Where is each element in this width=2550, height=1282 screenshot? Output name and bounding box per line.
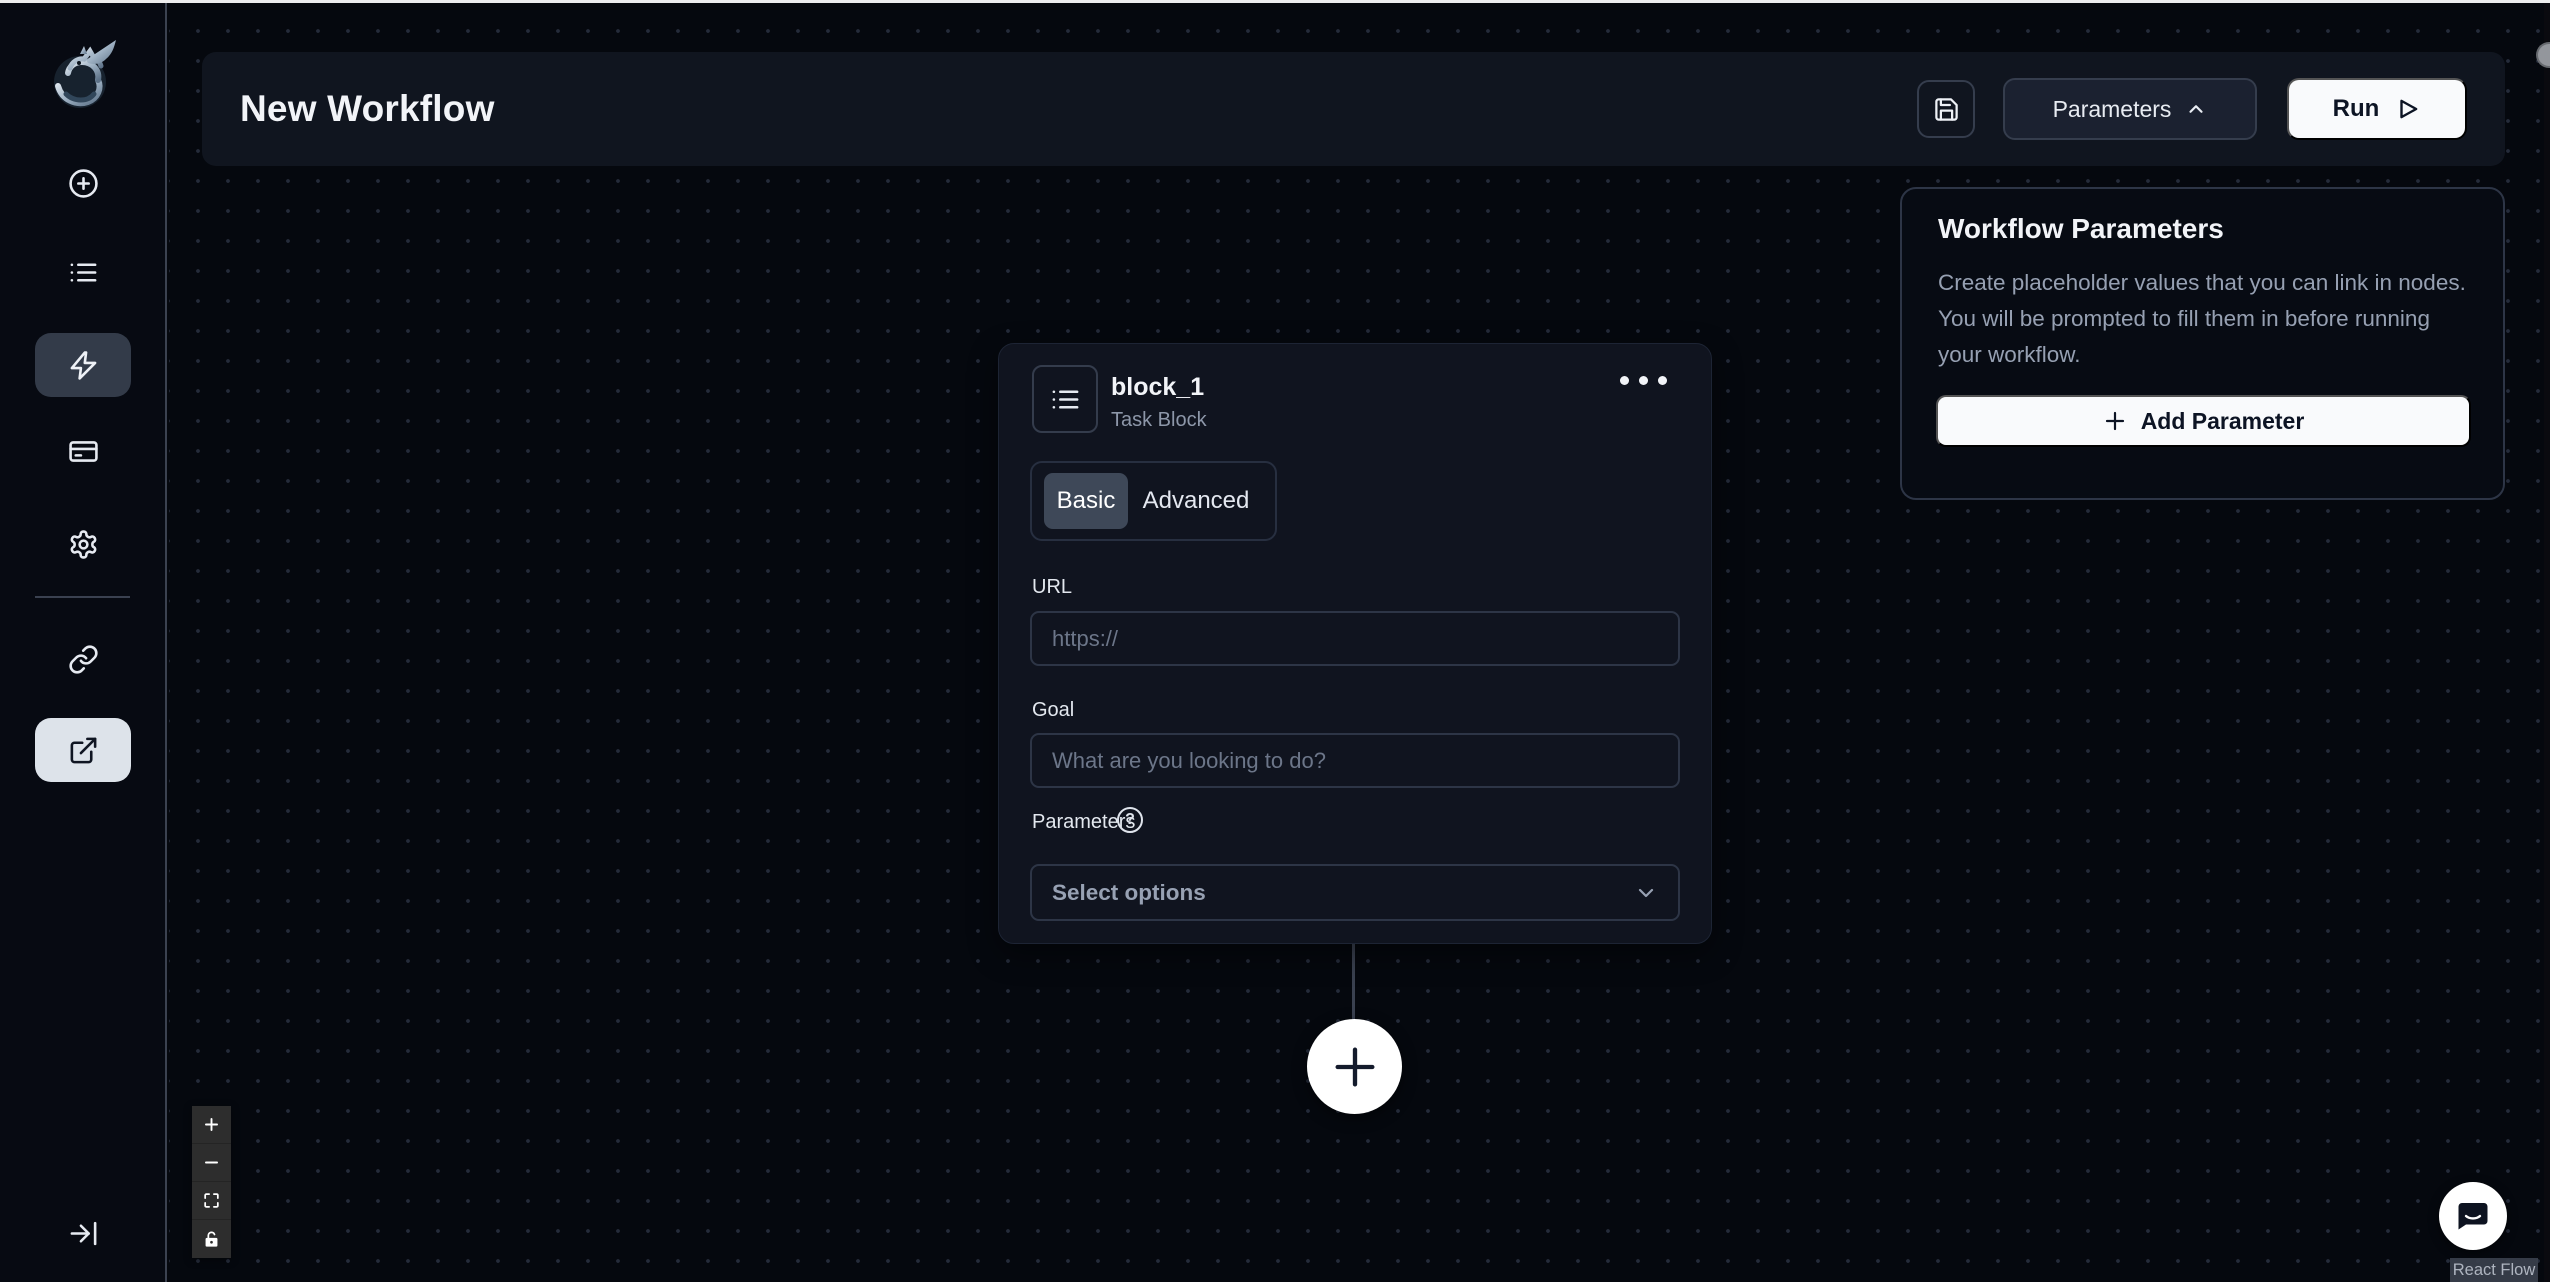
parameters-select[interactable]: Select options [1030, 864, 1680, 921]
plus-icon [205, 1118, 218, 1131]
sidebar-expand-button[interactable] [0, 1218, 167, 1249]
sidebar-item-integrations[interactable] [0, 644, 167, 675]
url-label: URL [1032, 576, 1073, 598]
workflow-parameters-panel: Workflow Parameters Create placeholder v… [1900, 187, 2505, 500]
zoom-out-button[interactable] [192, 1144, 231, 1182]
zoom-in-button[interactable] [192, 1106, 231, 1144]
floppy-disk-icon [1934, 97, 1958, 121]
credit-card-icon [69, 441, 98, 462]
plus-icon [1335, 1047, 1374, 1086]
goal-input[interactable] [1030, 733, 1680, 788]
tab-advanced[interactable]: Advanced [1132, 473, 1260, 529]
plus-icon [2105, 411, 2124, 431]
list-icon [70, 263, 97, 282]
add-parameter-label: Add Parameter [2140, 407, 2305, 434]
lock-button[interactable] [192, 1220, 231, 1258]
page-title: New Workflow [240, 88, 495, 129]
add-node-button[interactable] [1307, 1019, 1402, 1114]
fit-view-button[interactable] [192, 1182, 231, 1220]
lock-open-icon [205, 1230, 218, 1247]
parameters-button-label: Parameters [2052, 95, 2172, 122]
window-right-edge [2544, 0, 2550, 1282]
panel-title: Workflow Parameters [1938, 213, 2224, 244]
react-flow-attribution[interactable]: React Flow [2450, 1258, 2538, 1282]
select-placeholder: Select options [1052, 879, 1206, 905]
ellipsis-icon [1658, 376, 1667, 385]
block-icon-box [1032, 365, 1098, 433]
gear-icon [70, 530, 97, 559]
chevron-up-icon [2189, 105, 2204, 113]
run-button-label: Run [2332, 95, 2380, 122]
tab-basic[interactable]: Basic [1044, 473, 1128, 529]
ellipsis-icon [1620, 376, 1629, 385]
block-subtitle: Task Block [1111, 409, 1207, 431]
ellipsis-icon [1639, 376, 1648, 385]
edge-connector [1352, 944, 1355, 1021]
sidebar-item-runs[interactable] [0, 257, 167, 288]
block-title: block_1 [1111, 373, 1205, 401]
sidebar-item-billing[interactable] [0, 436, 167, 467]
list-icon [1052, 389, 1078, 409]
chat-bubble-icon [2458, 1203, 2488, 1230]
block-tab-group: Basic Advanced [1030, 461, 1277, 541]
sidebar-item-external[interactable] [35, 718, 131, 782]
lightning-icon [70, 350, 96, 380]
sidebar-item-workflows[interactable] [35, 333, 131, 397]
arrow-right-to-line-icon [70, 1221, 97, 1246]
chevron-down-icon [1638, 888, 1654, 897]
run-button[interactable]: Run [2287, 78, 2467, 140]
sidebar-item-create[interactable] [0, 168, 167, 199]
goal-label: Goal [1032, 699, 1075, 721]
url-input[interactable] [1030, 611, 1680, 666]
task-block-node[interactable]: block_1 Task Block Basic Advanced URL Go… [998, 343, 1712, 944]
link-icon [69, 645, 98, 674]
play-icon [2400, 99, 2418, 119]
sidebar [0, 0, 167, 1282]
minus-icon [205, 1161, 218, 1164]
fit-view-icon [204, 1193, 219, 1208]
chat-widget-button[interactable] [2439, 1182, 2507, 1250]
external-link-icon [70, 737, 96, 763]
workflow-header: New Workflow Parameters Run [202, 52, 2505, 166]
attribution-label: React Flow [2452, 1260, 2536, 1279]
window-top-edge [0, 0, 2550, 3]
save-button[interactable] [1917, 80, 1975, 138]
panel-description: Create placeholder values that you can l… [1938, 270, 2466, 367]
canvas-controls [192, 1106, 231, 1258]
plus-circle-icon [69, 169, 98, 198]
add-parameter-button[interactable]: Add Parameter [1936, 395, 2471, 447]
help-icon[interactable]: ? [1117, 807, 1143, 833]
skyvern-dragon-logo [54, 40, 116, 108]
sidebar-item-settings[interactable] [0, 529, 167, 560]
parameters-toggle-button[interactable]: Parameters [2003, 78, 2257, 140]
sidebar-divider [35, 596, 130, 598]
block-menu-button[interactable] [1614, 370, 1673, 391]
